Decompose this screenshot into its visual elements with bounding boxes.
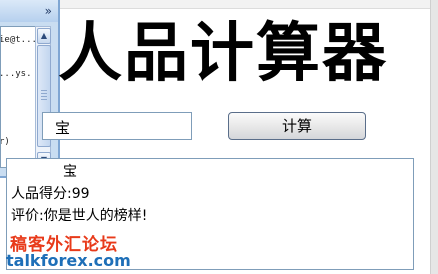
name-input[interactable]: 宝 <box>42 112 192 140</box>
page-scrollbar[interactable] <box>430 0 438 274</box>
grip-icon <box>41 90 47 102</box>
watermark-english: talkforex.com <box>6 251 131 270</box>
panel-list-item[interactable]: r) <box>1 137 10 147</box>
panel-header: » <box>0 0 58 22</box>
panel-list-item[interactable]: ...ys. <box>1 69 32 79</box>
result-score-line: 人品得分:99 <box>11 186 90 202</box>
chevron-double-right-icon[interactable]: » <box>45 4 52 18</box>
scroll-up-icon[interactable]: ▲ <box>37 28 51 44</box>
panel-scrollbar[interactable]: ▲ ▼ <box>35 26 51 168</box>
name-input-value: 宝 <box>55 119 71 137</box>
panel-list: ie@t... ...ys. r) <box>0 26 36 168</box>
page-top-strip <box>60 0 430 9</box>
panel-list-item[interactable]: ie@t... <box>1 35 35 45</box>
calculate-button[interactable]: 计算 <box>228 112 366 140</box>
result-name-line: 宝 <box>63 164 77 180</box>
page-title: 人品计算器 <box>58 17 388 91</box>
result-evaluation-line: 评价:你是世人的榜样! <box>11 208 148 224</box>
side-panel-window: » ie@t... ...ys. r) ▲ ▼ <box>0 0 60 178</box>
